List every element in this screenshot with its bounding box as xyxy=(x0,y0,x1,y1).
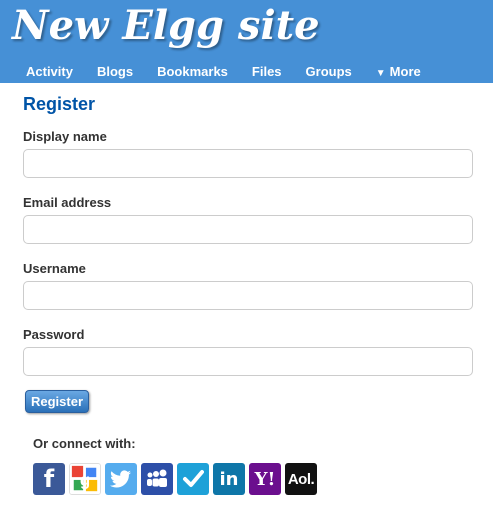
nav-item-files[interactable]: Files xyxy=(240,62,294,82)
page-title: Register xyxy=(23,94,96,114)
linkedin-icon[interactable]: in xyxy=(213,463,245,495)
nav-item-blogs[interactable]: Blogs xyxy=(85,62,145,82)
register-form: Register Display name Email address User… xyxy=(23,94,473,413)
google-icon[interactable]: g xyxy=(69,463,101,495)
nav-item-activity[interactable]: Activity xyxy=(14,62,85,82)
nav-item-groups[interactable]: Groups xyxy=(294,62,364,82)
register-button[interactable]: Register xyxy=(25,390,90,413)
field-email: Email address xyxy=(23,195,473,244)
provider-list: f g in Y! Aol. xyxy=(33,463,321,495)
username-input[interactable] xyxy=(23,281,473,310)
password-input[interactable] xyxy=(23,347,473,376)
username-label: Username xyxy=(23,261,86,276)
yahoo-icon[interactable]: Y! xyxy=(249,463,281,495)
display-name-input[interactable] xyxy=(23,149,473,178)
twitter-icon[interactable] xyxy=(105,463,137,495)
field-username: Username xyxy=(23,261,473,310)
site-header: New Elgg site Activity Blogs Bookmarks F… xyxy=(0,0,493,83)
nav-item-more[interactable]: ▼ More xyxy=(364,62,433,82)
field-password: Password xyxy=(23,327,473,376)
aol-icon[interactable]: Aol. xyxy=(285,463,317,495)
password-label: Password xyxy=(23,327,85,342)
display-name-label: Display name xyxy=(23,129,107,144)
nav-item-bookmarks[interactable]: Bookmarks xyxy=(145,62,240,82)
triangle-down-icon: ▼ xyxy=(375,68,386,79)
facebook-icon[interactable]: f xyxy=(33,463,65,495)
social-connect: Or connect with: f g in Y! Aol. xyxy=(33,436,321,495)
field-display-name: Display name xyxy=(23,129,473,178)
svg-text:g: g xyxy=(80,471,90,490)
nav-item-more-label: More xyxy=(389,64,421,79)
email-label: Email address xyxy=(23,195,112,210)
foursquare-icon[interactable] xyxy=(177,463,209,495)
connect-label: Or connect with: xyxy=(33,436,136,451)
main-nav: Activity Blogs Bookmarks Files Groups ▼ M… xyxy=(14,62,433,82)
myspace-icon[interactable] xyxy=(141,463,173,495)
site-title[interactable]: New Elgg site xyxy=(12,2,320,49)
email-input[interactable] xyxy=(23,215,473,244)
